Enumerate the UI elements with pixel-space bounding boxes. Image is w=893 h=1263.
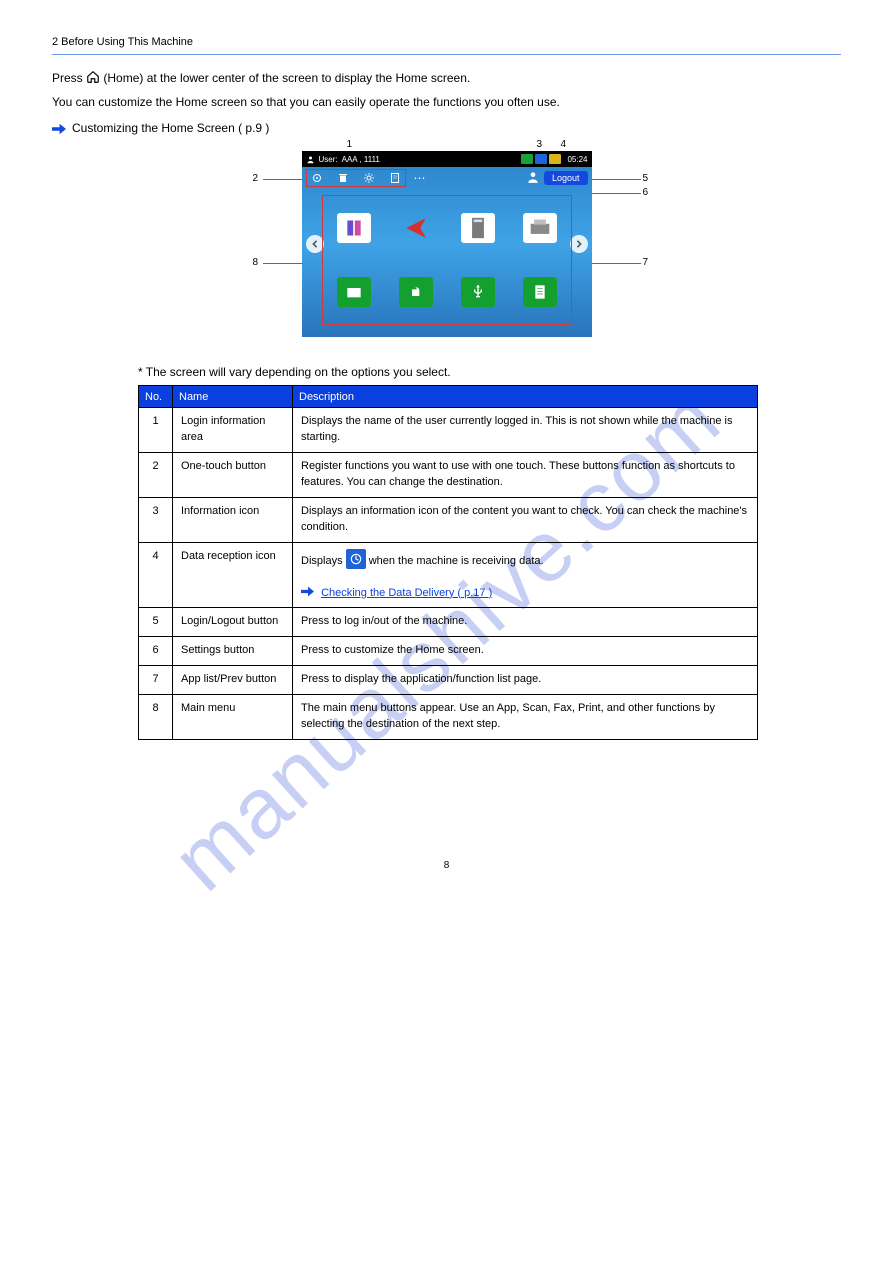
cell-no: 8 <box>139 695 173 740</box>
callout-5: 5 <box>643 173 649 184</box>
target-icon <box>311 172 323 184</box>
cell-desc: The main menu buttons appear. Use an App… <box>293 695 758 740</box>
intro-paragraphs: Press (Home) at the lower center of the … <box>52 69 841 111</box>
cell-name: Login information area <box>173 408 293 453</box>
header-text: 2 Before Using This Machine <box>52 36 841 48</box>
col-desc: Description <box>293 386 758 408</box>
note-icon <box>389 172 401 184</box>
clock-text: 05:24 <box>567 155 587 164</box>
cell-name: Information icon <box>173 497 293 542</box>
app-fax-icon[interactable] <box>523 213 557 243</box>
device-toolbar: ⋯ Logout <box>302 167 592 189</box>
callout-1: 1 <box>347 139 353 150</box>
reference-row: Customizing the Home Screen ( p.9 ) <box>52 121 841 135</box>
callout-6: 6 <box>643 187 649 198</box>
table-header-row: No. Name Description <box>139 386 758 408</box>
app-folder2-icon[interactable] <box>399 277 433 307</box>
app-send-icon[interactable] <box>399 213 433 243</box>
cell-name: App list/Prev button <box>173 666 293 695</box>
table-row: 7 App list/Prev button Press to display … <box>139 666 758 695</box>
app-grid <box>322 195 572 325</box>
cell-no: 2 <box>139 452 173 497</box>
cell-name: Settings button <box>173 637 293 666</box>
table-caption: * The screen will vary depending on the … <box>138 365 841 379</box>
app-doc-icon[interactable] <box>523 277 557 307</box>
page-header: 2 Before Using This Machine <box>52 36 841 55</box>
user-label: User: <box>319 155 338 164</box>
more-icon[interactable]: ⋯ <box>410 171 430 185</box>
arrow-icon <box>52 123 66 135</box>
cell-no: 1 <box>139 408 173 453</box>
status-icons <box>521 154 561 164</box>
user-icon <box>306 155 315 164</box>
person-icon[interactable] <box>526 170 540 187</box>
desc-b: when the machine is receiving data. <box>369 555 544 567</box>
logout-button[interactable]: Logout <box>544 171 588 185</box>
status-icon-green <box>521 154 533 164</box>
home-icon <box>86 70 100 84</box>
cell-name: Login/Logout button <box>173 608 293 637</box>
callout-8: 8 <box>253 257 259 268</box>
data-receive-icon <box>346 549 366 569</box>
header-rule <box>52 54 841 55</box>
cell-name: One-touch button <box>173 452 293 497</box>
cell-no: 3 <box>139 497 173 542</box>
table-row: 6 Settings button Press to customize the… <box>139 637 758 666</box>
cell-name: Main menu <box>173 695 293 740</box>
cell-no: 7 <box>139 666 173 695</box>
spec-table: No. Name Description 1 Login information… <box>138 385 758 740</box>
cell-no: 4 <box>139 542 173 608</box>
cell-no: 6 <box>139 637 173 666</box>
cell-name: Data reception icon <box>173 542 293 608</box>
desc-a: Displays <box>301 555 346 567</box>
cell-desc: Displays an information icon of the cont… <box>293 497 758 542</box>
table-row: 4 Data reception icon Displays when the … <box>139 542 758 608</box>
cell-no: 5 <box>139 608 173 637</box>
screenshot-figure: 1 2 3 4 5 6 7 8 User: AAA , 1111 <box>247 151 647 337</box>
table-row: 2 One-touch button Register functions yo… <box>139 452 758 497</box>
table-row: 1 Login information area Displays the na… <box>139 408 758 453</box>
intro-text-b: (Home) at the lower center of the screen… <box>103 71 470 85</box>
col-no: No. <box>139 386 173 408</box>
leader-line <box>263 263 303 264</box>
device-statusbar: User: AAA , 1111 05:24 <box>302 151 592 167</box>
arrow-icon <box>301 586 314 597</box>
next-page-button[interactable] <box>570 235 588 253</box>
app-copy-icon[interactable] <box>337 213 371 243</box>
status-icon-yellow <box>549 154 561 164</box>
page: 2 Before Using This Machine Press (Home)… <box>0 0 893 911</box>
app-server-icon[interactable] <box>461 213 495 243</box>
intro-text-a: Press <box>52 71 86 85</box>
leader-line <box>263 179 303 180</box>
leader-line <box>591 179 641 180</box>
table-row: 5 Login/Logout button Press to log in/ou… <box>139 608 758 637</box>
table-row: 8 Main menu The main menu buttons appear… <box>139 695 758 740</box>
callout-2: 2 <box>253 173 259 184</box>
page-number: 8 <box>52 860 841 871</box>
onetouch-buttons[interactable] <box>306 169 406 187</box>
trash-icon <box>337 172 349 184</box>
leader-line <box>591 263 641 264</box>
cell-desc: Press to customize the Home screen. <box>293 637 758 666</box>
callout-7: 7 <box>643 257 649 268</box>
user-value: AAA , 1111 <box>342 155 380 164</box>
table-row: 3 Information icon Displays an informati… <box>139 497 758 542</box>
callout-4: 4 <box>561 139 567 150</box>
device-screenshot: User: AAA , 1111 05:24 <box>302 151 592 337</box>
reference-text: Customizing the Home Screen ( p.9 ) <box>72 121 269 135</box>
status-icon-blue <box>535 154 547 164</box>
app-folder1-icon[interactable] <box>337 277 371 307</box>
col-name: Name <box>173 386 293 408</box>
cell-desc: Displays when the machine is receiving d… <box>293 542 758 608</box>
cell-desc: Press to log in/out of the machine. <box>293 608 758 637</box>
desc-ref-link[interactable]: Checking the Data Delivery ( p.17 ) <box>321 587 492 599</box>
gear-icon <box>363 172 375 184</box>
intro-text-2: You can customize the Home screen so tha… <box>52 93 841 111</box>
cell-desc: Press to display the application/functio… <box>293 666 758 695</box>
cell-desc: Displays the name of the user currently … <box>293 408 758 453</box>
callout-3: 3 <box>537 139 543 150</box>
leader-line <box>591 193 641 194</box>
app-usb-icon[interactable] <box>461 277 495 307</box>
cell-desc: Register functions you want to use with … <box>293 452 758 497</box>
